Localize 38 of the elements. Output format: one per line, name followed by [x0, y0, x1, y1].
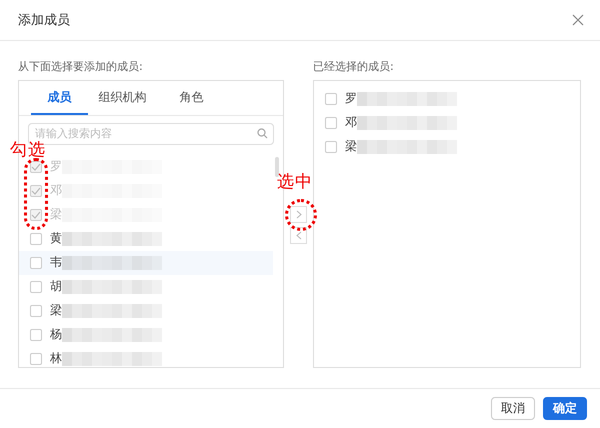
dialog-title: 添加成员: [18, 12, 70, 29]
annotation-text: 选中: [277, 171, 313, 193]
panel-label: 从下面选择要添加的成员:: [18, 58, 144, 74]
member-name: 梁: [50, 206, 62, 224]
member-name: 杨: [50, 326, 62, 344]
checkbox[interactable]: [325, 116, 337, 129]
annotation-ring: [285, 199, 317, 231]
tab[interactable]: 组织机构: [88, 80, 157, 115]
member-name: 韦: [50, 254, 62, 272]
member-name: 罗: [50, 158, 62, 176]
panel-label: 已经选择的成员:: [313, 58, 395, 74]
checkbox[interactable]: [30, 256, 42, 269]
confirm-button[interactable]: 确定: [543, 396, 587, 420]
cancel-button[interactable]: 取消: [491, 396, 535, 420]
chevron-right-icon: [296, 210, 302, 219]
checkbox[interactable]: [30, 232, 42, 245]
member-name: 梁: [345, 138, 357, 156]
member-name: 罗: [345, 90, 357, 108]
highlighted-row[interactable]: 韦: [19, 250, 273, 275]
chevron-left-icon: [296, 230, 302, 240]
checkbox[interactable]: [30, 280, 42, 293]
tab[interactable]: 角色: [157, 80, 226, 115]
checkbox[interactable]: [325, 140, 337, 153]
member-name: 邓: [50, 182, 62, 200]
member-name: 胡: [50, 278, 62, 296]
checkbox[interactable]: [325, 92, 337, 105]
tab[interactable]: 成员: [31, 80, 88, 115]
close-icon[interactable]: [572, 14, 584, 26]
member-name: 邓: [345, 114, 357, 132]
member-name: 黄: [50, 230, 62, 248]
checkbox[interactable]: [30, 328, 42, 341]
scrollbar[interactable]: [275, 156, 279, 177]
checkbox[interactable]: [30, 352, 42, 365]
member-name: 梁: [50, 302, 62, 320]
annotation-ring: [24, 158, 48, 230]
checkbox[interactable]: [30, 304, 42, 317]
search-icon: [257, 128, 268, 139]
member-name: 林: [50, 350, 62, 367]
